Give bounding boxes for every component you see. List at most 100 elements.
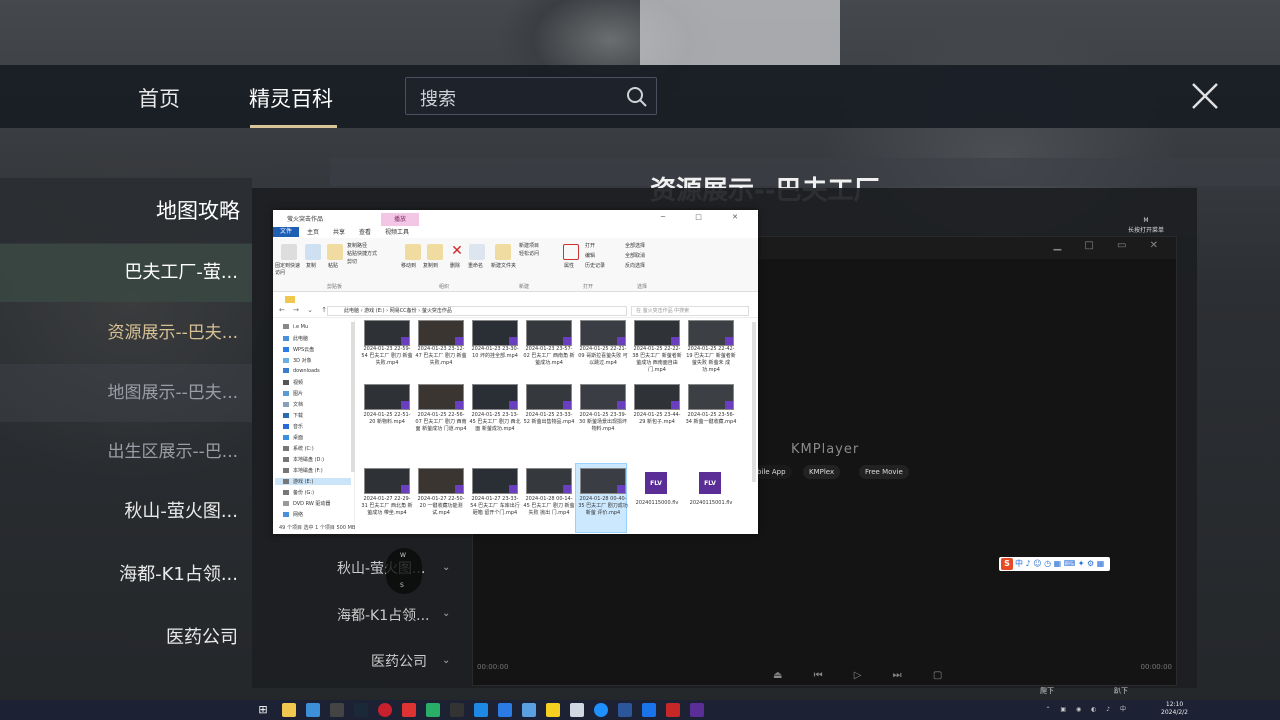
ribbon-open[interactable]: 打开 (585, 242, 595, 249)
wechat-icon[interactable] (426, 703, 440, 717)
overlay-menu-pharma[interactable]: 医药公司 (371, 651, 427, 671)
app-icon[interactable] (330, 703, 344, 717)
video-thumbnail[interactable] (364, 320, 410, 346)
app-icon[interactable] (642, 703, 656, 717)
file-name-label[interactable]: 2024-01-25 23-39-30 新萤场景出现损坏物料.mp4 (577, 412, 629, 433)
tab-home[interactable]: 主页 (307, 227, 319, 236)
video-thumbnail[interactable] (418, 384, 464, 410)
properties-icon[interactable] (563, 244, 579, 260)
nav-item[interactable]: downloads (283, 368, 320, 374)
sidebar-subitem-spawn[interactable]: 出生区展示--巴... (0, 423, 252, 481)
copy-icon[interactable] (305, 244, 321, 260)
nav-item[interactable]: 网络 (283, 511, 303, 518)
nav-item[interactable]: 备份 (G:) (283, 489, 314, 496)
video-thumbnail[interactable] (580, 384, 626, 410)
paste-icon[interactable] (327, 244, 343, 260)
ribbon-history[interactable]: 历史记录 (585, 262, 605, 269)
ribbon-edit[interactable]: 编辑 (585, 252, 595, 259)
file-name-label[interactable]: 2024-01-27 23-33-54 巴夫工厂 车库出行 砸箱 留开个门.mp… (469, 496, 521, 517)
file-name-label[interactable]: 2024-01-25 23-13-45 巴夫工厂 剧刀 西北面 新萤成功.mp4 (469, 412, 521, 433)
explorer-window-buttons[interactable]: ─ □ ✕ (661, 213, 752, 221)
file-name-label[interactable]: 2024-01-25 23-33-52 新萤出售物品.mp4 (523, 412, 575, 426)
ribbon-copy-path[interactable]: 复制路径 (347, 242, 367, 249)
nav-item[interactable]: 3D 对象 (283, 357, 312, 364)
video-thumbnail[interactable] (418, 468, 464, 494)
content-scrollbar[interactable] (752, 322, 756, 482)
nav-item[interactable]: 本地磁盘 (F:) (283, 467, 323, 474)
address-bar[interactable]: 此电脑 › 游戏 (E:) › 网易CC备份 › 萤火突击作品 (327, 306, 627, 316)
file-name-label[interactable]: 2024-01-25 22-21-09 哥斯拉喜萤失败 可以跳过.mp4 (577, 346, 629, 367)
copy-to-icon[interactable] (427, 244, 443, 260)
explorer-search[interactable]: 在 萤火突击作品 中搜索 (631, 306, 749, 316)
ribbon-new-item[interactable]: 新建项目 (519, 242, 539, 249)
file-name-label[interactable]: 2024-01-25 22-51-20 新物料.mp4 (361, 412, 413, 426)
video-thumbnail[interactable] (688, 384, 734, 410)
taskbar-clock[interactable]: 12:10 2024/2/2 (1161, 701, 1188, 717)
sidebar-header[interactable]: 地图攻略 (0, 178, 252, 243)
file-name-label[interactable]: 2024-01-25 22-42-19 巴夫工厂 新萤者新萤失败 新萤未 成功.… (685, 346, 737, 374)
tab-video-tools[interactable]: 视频工具 (385, 227, 409, 236)
rename-icon[interactable] (469, 244, 485, 260)
video-thumbnail[interactable] (634, 320, 680, 346)
close-icon[interactable] (1188, 79, 1222, 113)
app-icon[interactable] (474, 703, 488, 717)
chevron-down-icon[interactable]: ⌄ (442, 608, 450, 619)
app-icon[interactable] (522, 703, 536, 717)
app-icon[interactable] (306, 703, 320, 717)
video-thumbnail[interactable] (580, 320, 626, 346)
app-icon[interactable] (618, 703, 632, 717)
nav-arrows[interactable]: ← → ⌄ ↑ (279, 306, 330, 314)
video-thumbnail[interactable] (526, 384, 572, 410)
tab-wiki[interactable]: 精灵百科 (249, 83, 333, 113)
file-name-label[interactable]: 2024-01-27 22-50-20 一键收藏功能测试.mp4 (415, 496, 467, 517)
app-icon[interactable] (666, 703, 680, 717)
file-name-label[interactable]: 2024-01-25 23-56-34 新萤一键收藏.mp4 (685, 412, 737, 426)
system-tray[interactable]: ⌃ ▣ ◉ ◐ ♪ 中 (1045, 704, 1130, 713)
file-name-label[interactable]: 2024-01-23 23-30-10 坏的挂全部.mp4 (469, 346, 521, 360)
flv-file-icon[interactable]: FLV (699, 472, 721, 494)
delete-icon[interactable]: ✕ (449, 244, 465, 260)
nav-item[interactable]: 文档 (283, 401, 303, 408)
new-folder-icon[interactable] (495, 244, 511, 260)
file-name-label[interactable]: 2024-01-28 00-14-45 巴夫工厂 剧刀 新萤失败 抛出 门.mp… (523, 496, 575, 517)
app-kmplex-button[interactable]: KMPlex (803, 465, 841, 479)
search-icon[interactable] (626, 86, 648, 108)
video-thumbnail[interactable] (580, 468, 626, 494)
video-thumbnail[interactable] (472, 384, 518, 410)
tab-file[interactable]: 文件 (273, 227, 299, 237)
app-icon[interactable] (498, 703, 512, 717)
nav-item-selected[interactable]: 游戏 (E:) (275, 478, 351, 485)
nav-item[interactable]: 视频 (283, 379, 303, 386)
video-thumbnail[interactable] (526, 468, 572, 494)
file-name-label[interactable]: 20240115001.flv (685, 500, 737, 507)
overlay-menu-haidu[interactable]: 海都-K1占领... (337, 605, 430, 625)
nav-item[interactable]: WPS云盘 (283, 346, 314, 353)
video-thumbnail[interactable] (418, 320, 464, 346)
sidebar-item-pharma[interactable]: 医药公司 (0, 609, 252, 667)
sidebar-subitem-resources[interactable]: 资源展示--巴夫... (0, 304, 252, 362)
file-name-label[interactable]: 2024-01-23 23-57-02 巴夫工厂 西南角 新萤成功.mp4 (523, 346, 575, 367)
nav-item[interactable]: DVD RW 驱动器 (283, 500, 330, 507)
nav-item[interactable]: 本地磁盘 (D:) (283, 456, 324, 463)
file-name-label[interactable]: 2024-01-25 22-56-07 巴夫工厂 剧刀 西南面 新萤成功 门道.… (415, 412, 467, 433)
file-name-label[interactable]: 2024-01-25 22-22-38 巴夫工厂 新萤者新萤成功 西南面自由门.… (631, 346, 683, 374)
kmplayer-icon[interactable] (690, 703, 704, 717)
pin-icon[interactable] (281, 244, 297, 260)
search-input[interactable]: 搜索 (405, 77, 657, 115)
ribbon-cut[interactable]: 剪切 (347, 258, 357, 265)
sidebar-item-haidu[interactable]: 海都-K1占领... (0, 546, 252, 604)
nav-item[interactable]: 图片 (283, 390, 303, 397)
playback-controls[interactable]: ⏏ ⏮ ▷ ⏭ ▢ (773, 670, 956, 681)
video-thumbnail[interactable] (634, 384, 680, 410)
app-icon[interactable] (546, 703, 560, 717)
ribbon-invert-selection[interactable]: 反向选择 (625, 262, 645, 269)
file-name-label[interactable]: 2024-01-23 22-59-54 巴夫工厂 剧刀 新萤失败.mp4 (361, 346, 413, 367)
nav-item[interactable]: 此电脑 (283, 335, 308, 342)
file-name-label[interactable]: 20240115000.flv (631, 500, 683, 507)
kmplayer-window-buttons[interactable]: ▁ □ ▭ ✕ (1053, 240, 1168, 251)
app-icon[interactable] (450, 703, 464, 717)
ribbon-select-all[interactable]: 全部选择 (625, 242, 645, 249)
nav-scrollbar[interactable] (351, 322, 355, 472)
file-name-label[interactable]: 2024-01-25 23-44-29 新包子.mp4 (631, 412, 683, 426)
sidebar-item-autumn-hill[interactable]: 秋山-萤火图... (0, 483, 252, 541)
